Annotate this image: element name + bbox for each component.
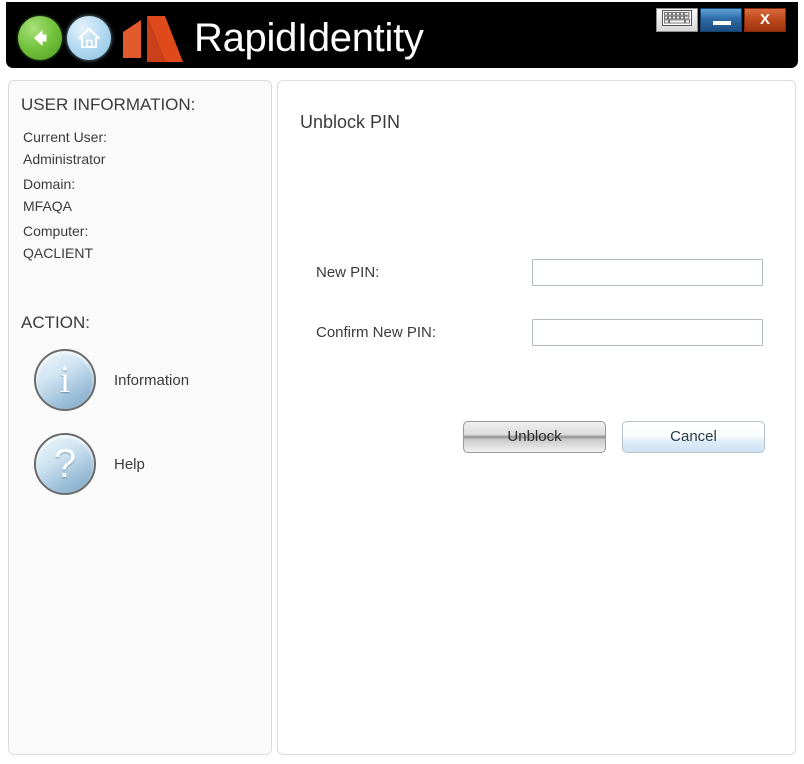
new-pin-label: New PIN: <box>316 264 380 281</box>
action-heading: ACTION: <box>21 313 90 332</box>
help-glyph: ? <box>53 442 77 486</box>
rapididentity-logo-icon <box>119 12 187 66</box>
button-row: Unblock Cancel <box>278 421 795 455</box>
keyboard-icon <box>662 9 692 31</box>
action-item-information[interactable]: i Information <box>34 349 189 411</box>
info-value: MFAQA <box>23 198 73 214</box>
info-label: Current User: <box>23 129 108 145</box>
info-value: QACLIENT <box>23 245 94 261</box>
info-label: Computer: <box>23 223 89 239</box>
app-title: RapidIdentity <box>194 16 424 60</box>
close-button[interactable]: X <box>744 8 786 32</box>
action-item-help[interactable]: ? Help <box>34 433 145 495</box>
sidebar-panel: USER INFORMATION: Current User: Administ… <box>8 80 272 755</box>
info-value: Administrator <box>23 151 106 167</box>
action-label: Help <box>114 455 145 473</box>
minimize-button[interactable] <box>700 8 742 32</box>
back-button[interactable] <box>18 16 62 60</box>
confirm-new-pin-input[interactable] <box>532 319 763 346</box>
info-label: Domain: <box>23 176 76 192</box>
window-controls: X <box>656 7 786 33</box>
info-glyph: i <box>59 359 71 401</box>
cancel-button[interactable]: Cancel <box>622 421 765 453</box>
action-label: Information <box>114 371 190 389</box>
form-row-confirm-new-pin: Confirm New PIN: <box>278 319 795 349</box>
help-icon: ? <box>34 433 96 495</box>
user-information-heading: USER INFORMATION: <box>21 95 196 114</box>
new-pin-input[interactable] <box>532 259 763 286</box>
info-field-domain: Domain: MFAQA <box>23 173 75 217</box>
info-field-computer: Computer: QACLIENT <box>23 220 93 264</box>
title-bar: RapidIdentity X <box>6 2 798 68</box>
unblock-button[interactable]: Unblock <box>463 421 606 453</box>
page-title: Unblock PIN <box>300 112 401 132</box>
keyboard-button[interactable] <box>656 8 698 32</box>
info-field-current-user: Current User: Administrator <box>23 126 107 170</box>
main-panel: Unblock PIN New PIN: Confirm New PIN: Un… <box>277 80 796 755</box>
form-row-new-pin: New PIN: <box>278 259 795 289</box>
info-icon: i <box>34 349 96 411</box>
confirm-new-pin-label: Confirm New PIN: <box>316 324 437 341</box>
home-button[interactable] <box>67 16 111 60</box>
